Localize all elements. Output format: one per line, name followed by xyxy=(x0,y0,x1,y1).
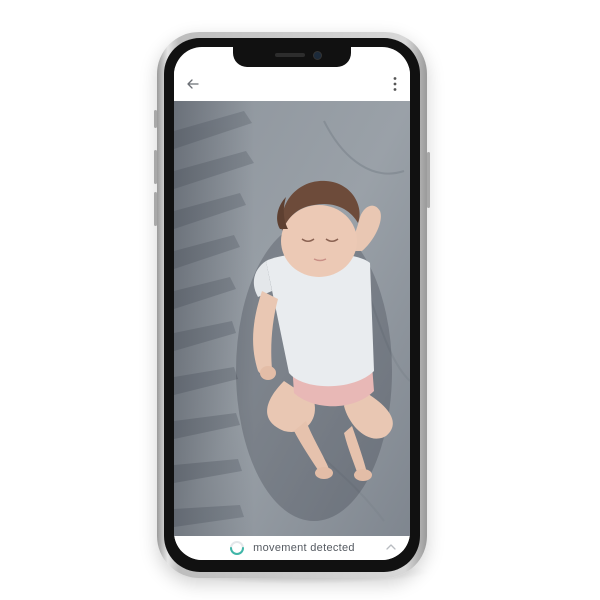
front-camera xyxy=(313,51,322,60)
arrow-left-icon[interactable] xyxy=(186,77,200,91)
app-header xyxy=(174,67,410,101)
power-button xyxy=(427,152,430,208)
status-label: movement detected xyxy=(253,542,355,554)
volume-down-button xyxy=(154,192,157,226)
phone-screen: movement detected xyxy=(174,47,410,560)
baby-camera-image xyxy=(174,101,410,536)
silent-switch xyxy=(154,110,157,128)
more-vertical-icon[interactable] xyxy=(392,76,398,92)
speaker-grille xyxy=(275,53,305,57)
camera-feed xyxy=(174,101,410,536)
chevron-up-icon[interactable] xyxy=(386,543,396,551)
mockup-stage: movement detected xyxy=(0,0,600,600)
volume-up-button xyxy=(154,150,157,184)
notch xyxy=(233,47,351,67)
motion-indicator-icon xyxy=(230,541,245,555)
status-bar[interactable]: movement detected xyxy=(174,536,410,560)
phone-device: movement detected xyxy=(154,32,430,578)
